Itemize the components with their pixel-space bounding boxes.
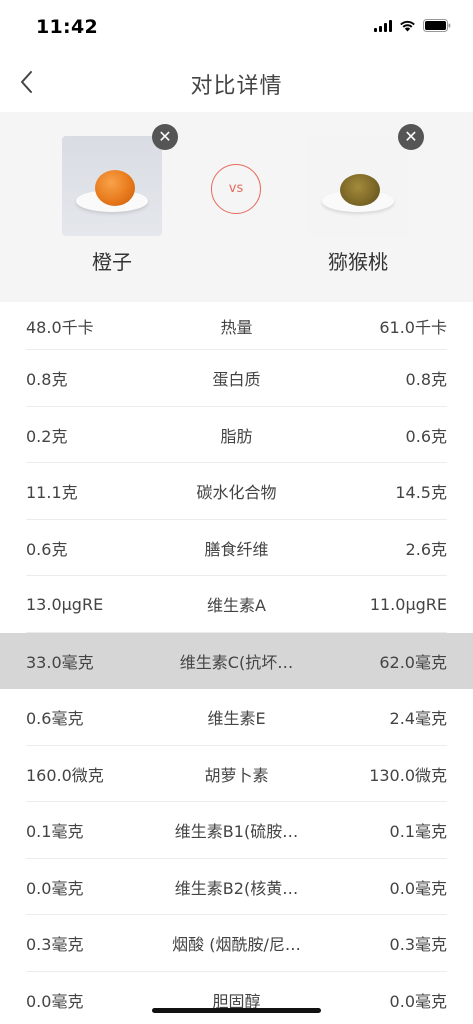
compare-header: ✕ 橙子 vs ✕ 猕猴桃 <box>0 112 473 302</box>
remove-left-food-button[interactable]: ✕ <box>152 124 178 150</box>
food-image-orange <box>62 136 162 236</box>
table-row[interactable]: 13.0μgRE 维生素A 11.0μgRE <box>0 576 473 633</box>
nutrient-table: 48.0千卡 热量 61.0千卡 0.8克 蛋白质 0.8克 0.2克 脂肪 0… <box>0 302 473 1024</box>
table-row[interactable]: 160.0微克 胡萝卜素 130.0微克 <box>0 746 473 803</box>
right-value: 0.0毫克 <box>389 878 447 898</box>
table-row[interactable]: 0.0毫克 维生素B2(核黄… 0.0毫克 <box>0 859 473 916</box>
table-row[interactable]: 0.3毫克 烟酸 (烟酰胺/尼… 0.3毫克 <box>0 915 473 972</box>
signal-icon <box>374 19 392 32</box>
food-name-left: 橙子 <box>92 250 132 274</box>
table-row[interactable]: 0.6毫克 维生素E 2.4毫克 <box>0 689 473 746</box>
right-value: 0.0毫克 <box>389 991 447 1011</box>
right-value: 62.0毫克 <box>379 652 447 672</box>
nutrient-name: 脂肪 <box>220 426 253 446</box>
vs-badge: vs <box>211 164 261 214</box>
right-value: 14.5克 <box>395 483 447 503</box>
right-value: 0.3毫克 <box>389 935 447 955</box>
right-value: 2.6克 <box>405 539 447 559</box>
table-row[interactable]: 0.0毫克 胆固醇 0.0毫克 <box>0 972 473 1024</box>
table-row-highlighted[interactable]: 33.0毫克 维生素C(抗坏… 62.0毫克 <box>0 632 473 689</box>
table-row[interactable]: 0.1毫克 维生素B1(硫胺… 0.1毫克 <box>0 802 473 859</box>
right-value: 11.0μgRE <box>369 594 447 614</box>
table-row[interactable]: 0.2克 脂肪 0.6克 <box>0 407 473 464</box>
food-card-right: ✕ 猕猴桃 <box>298 124 424 275</box>
nav-bar: 对比详情 <box>0 52 473 112</box>
nutrient-name: 膳食纤维 <box>204 539 269 559</box>
right-value: 0.1毫克 <box>389 822 447 842</box>
table-row[interactable]: 0.6克 膳食纤维 2.6克 <box>0 520 473 577</box>
table-row[interactable]: 0.8克 蛋白质 0.8克 <box>0 350 473 407</box>
table-row[interactable]: 48.0千卡 热量 61.0千卡 <box>0 302 473 350</box>
right-value: 0.6克 <box>405 426 447 446</box>
nutrient-name: 蛋白质 <box>212 370 261 390</box>
food-card-left: ✕ 橙子 <box>52 124 178 275</box>
food-name-right: 猕猴桃 <box>328 250 388 274</box>
right-value: 2.4毫克 <box>389 709 447 729</box>
home-indicator[interactable] <box>152 1008 321 1013</box>
status-bar: 11:42 <box>0 0 473 52</box>
battery-icon <box>423 19 451 32</box>
right-value: 61.0千卡 <box>379 318 447 337</box>
remove-right-food-button[interactable]: ✕ <box>398 124 424 150</box>
status-time: 11:42 <box>36 16 98 38</box>
food-image-kiwi <box>308 136 408 236</box>
table-row[interactable]: 11.1克 碳水化合物 14.5克 <box>0 463 473 520</box>
wifi-icon <box>399 19 416 32</box>
right-value: 0.8克 <box>405 370 447 390</box>
status-icons <box>374 19 451 32</box>
page-title: 对比详情 <box>190 74 283 99</box>
right-value: 130.0微克 <box>369 765 447 785</box>
